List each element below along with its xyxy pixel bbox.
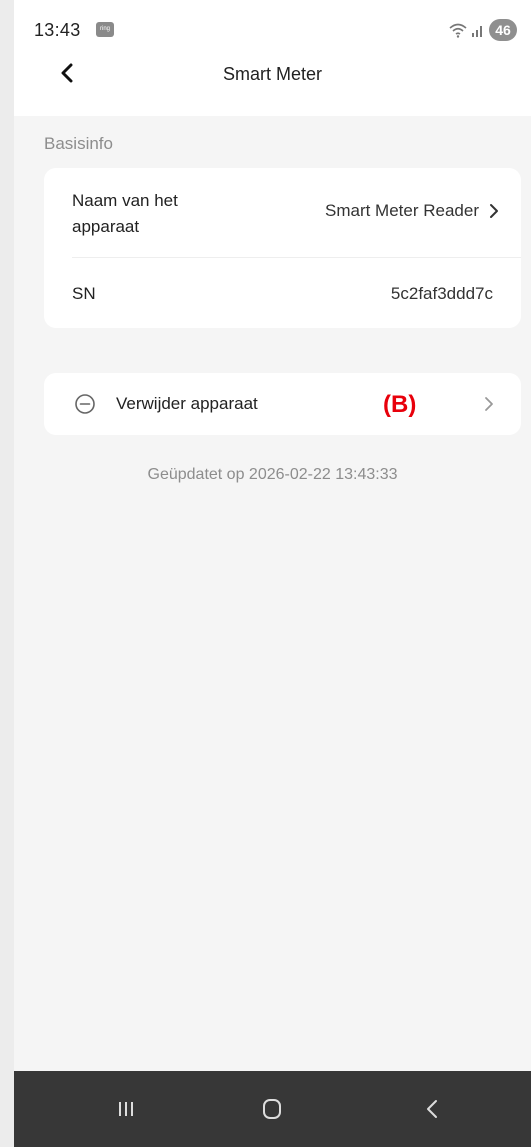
- page-title: Smart Meter: [222, 64, 323, 84]
- remove-device-row[interactable]: Verwijder apparaat: [44, 373, 521, 435]
- device-name-row[interactable]: Naam van het apparaat Smart Meter Reader: [44, 168, 521, 258]
- nav-back-button[interactable]: [412, 1093, 452, 1125]
- annotation-marker: (B): [383, 391, 417, 418]
- wifi-icon: [449, 23, 467, 38]
- sn-label: SN: [72, 284, 96, 303]
- phone-screen: 13:43 ring 46 Smart Meter Basisinfo Naam…: [14, 0, 531, 1147]
- back-arrow-icon: [427, 1100, 437, 1118]
- status-icons: 46: [449, 18, 517, 42]
- chevron-right-icon: [485, 397, 493, 411]
- battery-badge: 46: [489, 19, 517, 41]
- device-name-label: Naam van het apparaat: [72, 191, 178, 236]
- chevron-right-icon: [490, 204, 498, 218]
- ring-notification-icon: ring: [96, 22, 114, 37]
- recent-apps-icon: [119, 1102, 133, 1116]
- sn-value: 5c2faf3ddd7c: [390, 284, 493, 303]
- android-nav-bar: [14, 1071, 531, 1147]
- section-label: Basisinfo: [44, 134, 113, 153]
- top-bar: 13:43 ring 46 Smart Meter: [14, 0, 531, 116]
- recent-apps-button[interactable]: [106, 1093, 146, 1125]
- device-name-value-group: Smart Meter Reader: [325, 201, 499, 221]
- status-time: 13:43: [34, 20, 81, 40]
- minus-circle-icon: [75, 394, 95, 414]
- device-name-value: Smart Meter Reader: [325, 201, 479, 220]
- home-icon: [263, 1099, 281, 1119]
- divider: [72, 257, 521, 258]
- updated-timestamp: Geüpdatet op 2026-02-22 13:43:33: [147, 466, 398, 483]
- remove-device-label: Verwijder apparaat: [116, 394, 258, 413]
- basis-info-card: Naam van het apparaat Smart Meter Reader…: [44, 168, 521, 328]
- home-button[interactable]: [252, 1093, 292, 1125]
- signal-icon: [472, 26, 482, 37]
